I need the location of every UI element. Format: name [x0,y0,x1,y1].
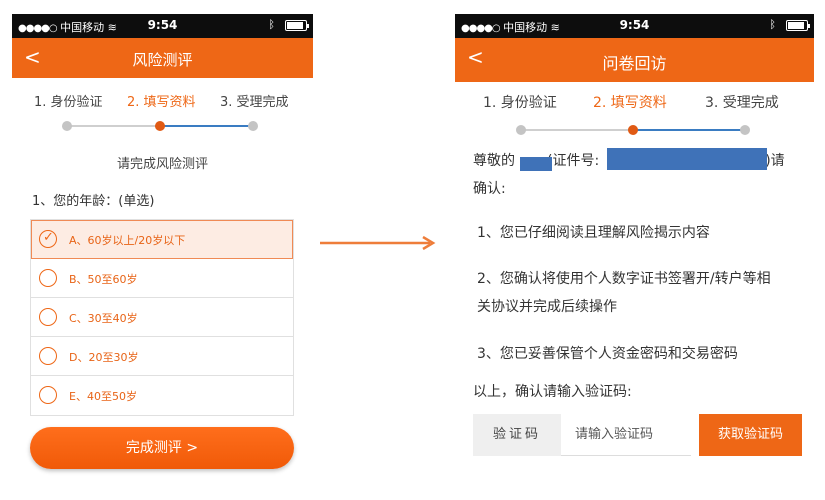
status-bar: ●●●●○ 中国移动 ≋ 9:54 ᛒ [455,14,814,38]
confirm-item-1: 1、您已仔细阅读且理解风险揭示内容 [477,225,710,241]
option-d[interactable]: D、20至30岁 [31,337,293,376]
radio-icon [39,269,57,287]
step-1-dot [62,121,72,131]
step-3-dot [248,121,258,131]
step-2-label: 2. 填写资料 [127,95,196,110]
greeting-suffix: )请 [765,153,785,169]
status-bar: ●●●●○ 中国移动 ≋ 9:54 ᛒ [12,14,313,38]
step-3-dot [740,125,750,135]
radio-checked-icon: ✓ [39,230,57,248]
battery-icon [285,20,309,31]
option-e[interactable]: E、40至50岁 [31,376,293,415]
confirm-item-3: 3、您已妥善保管个人资金密码和交易密码 [477,346,738,362]
step-1-dot [516,125,526,135]
option-e-label: E、40至50岁 [69,390,137,403]
step-track-pending [633,129,745,131]
nav-bar: < 风险测评 [12,38,313,78]
step-1-label: 1. 身份验证 [483,95,557,111]
confirm-item-2: 2、您确认将使用个人数字证书签署开/转户等相 关协议并完成后续操作 [477,265,812,321]
option-a-label: A、60岁以上/20岁以下 [69,234,186,247]
answer-options: ✓ A、60岁以上/20岁以下 B、50至60岁 C、30至40岁 D、20至3… [30,219,294,416]
option-b[interactable]: B、50至60岁 [31,259,293,298]
status-time: 9:54 [619,18,650,32]
verification-code-input[interactable] [561,414,691,456]
prompt-text: 请完成风险测评 [116,157,208,172]
verification-code-label: 验证码 [473,414,561,456]
step-2-dot [155,121,165,131]
radio-icon [39,386,57,404]
step-1-label: 1. 身份验证 [34,95,103,110]
nav-bar: < 问卷回访 [455,38,814,82]
check-icon: ✓ [43,230,54,245]
page-title: 问卷回访 [602,54,667,73]
greeting-id-label: (证件号: [547,153,600,169]
battery-icon [786,20,810,31]
radio-icon [39,347,57,365]
phone-screen-risk-assessment: ●●●●○ 中国移动 ≋ 9:54 ᛒ < 风险测评 1. 身份验证 2. 填写… [12,14,313,489]
step-track-pending [160,125,253,127]
step-3-label: 3. 受理完成 [705,95,779,111]
option-d-label: D、20至30岁 [69,351,139,364]
arrow-right-icon [320,236,436,250]
instruction-text: 以上，确认请输入验证码: [473,384,632,400]
confirm-item-2-line2: 关协议并完成后续操作 [477,299,617,315]
phone-screen-questionnaire: ●●●●○ 中国移动 ≋ 9:54 ᛒ < 问卷回访 1. 身份验证 2. 填写… [455,14,814,489]
bluetooth-icon: ᛒ [769,18,776,31]
bluetooth-icon: ᛒ [268,18,275,31]
step-2-dot [628,125,638,135]
step-2-label: 2. 填写资料 [593,95,667,111]
step-3-label: 3. 受理完成 [220,95,289,110]
verification-row: 验证码 获取验证码 [473,414,802,456]
greeting-confirm: 确认: [473,181,506,197]
option-b-label: B、50至60岁 [69,273,138,286]
question-text: 1、您的年龄：(单选) [32,194,155,209]
confirm-item-2-line1: 2、您确认将使用个人数字证书签署开/转户等相 [477,271,771,287]
get-code-button[interactable]: 获取验证码 [699,414,802,456]
option-a[interactable]: ✓ A、60岁以上/20岁以下 [31,220,293,259]
radio-icon [39,308,57,326]
option-c[interactable]: C、30至40岁 [31,298,293,337]
redacted-name [520,157,552,171]
redacted-id-number [607,148,767,170]
step-track-completed [521,129,633,131]
page-title: 风险测评 [132,51,193,69]
option-c-label: C、30至40岁 [69,312,138,325]
finish-assessment-button[interactable]: 完成测评 > [30,427,294,469]
greeting-prefix: 尊敬的 [473,153,515,169]
step-track-completed [67,125,160,127]
